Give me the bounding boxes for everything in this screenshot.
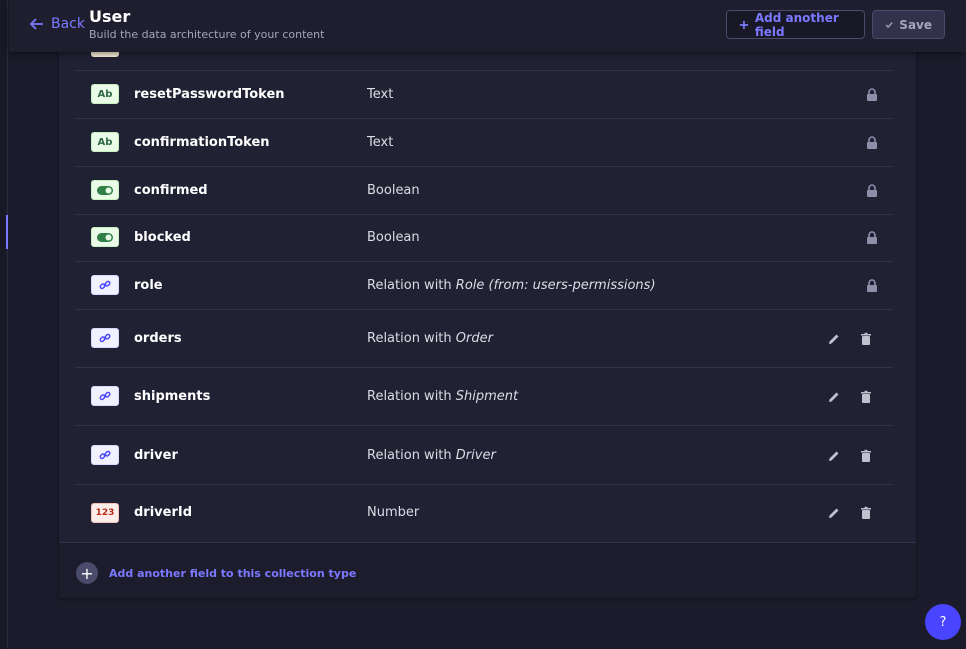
- table-row: driver Relation with Driver: [75, 426, 893, 485]
- relation-prefix: Relation with: [367, 389, 456, 404]
- pencil-icon[interactable]: [827, 332, 841, 346]
- relation-target: Role (from: users-permissions): [455, 278, 656, 293]
- relation-target: Order: [455, 331, 493, 346]
- field-type: Relation with Driver: [367, 448, 496, 463]
- lock-icon: [867, 279, 877, 292]
- lock-icon: [867, 136, 877, 149]
- table-row: Ab resetPasswordToken Text: [75, 71, 893, 119]
- field-type: Boolean: [367, 230, 420, 245]
- field-type: Boolean: [367, 183, 420, 198]
- save-label: Save: [899, 17, 932, 32]
- relation-prefix: Relation with: [367, 278, 456, 293]
- fields-card: Ab resetPasswordToken Text Ab confirmati…: [59, 0, 916, 598]
- table-row: shipments Relation with Shipment: [75, 368, 893, 426]
- trash-icon[interactable]: [859, 449, 873, 463]
- field-name: driver: [134, 448, 178, 463]
- back-label: Back: [51, 16, 85, 32]
- trash-icon[interactable]: [859, 390, 873, 404]
- relation-prefix: Relation with: [367, 331, 456, 346]
- check-icon: [885, 21, 893, 28]
- field-type: Number: [367, 505, 420, 520]
- field-type: Relation with Shipment: [367, 389, 518, 404]
- relation-prefix: Relation with: [367, 448, 456, 463]
- trash-icon[interactable]: [859, 506, 873, 520]
- pencil-icon[interactable]: [827, 506, 841, 520]
- field-type: Text: [367, 135, 394, 150]
- toggle-icon: [91, 180, 119, 200]
- field-name: role: [134, 278, 163, 293]
- table-row: role Relation with Role (from: users-per…: [75, 262, 893, 310]
- plus-icon: [739, 20, 749, 29]
- relation-target: Driver: [455, 448, 496, 463]
- add-another-field-button[interactable]: Add another field: [726, 10, 865, 39]
- content-type-builder-page: Ab resetPasswordToken Text Ab confirmati…: [0, 0, 966, 649]
- table-row: confirmed Boolean: [75, 167, 893, 215]
- lock-icon: [867, 88, 877, 101]
- table-row: 123 driverId Number: [75, 485, 893, 542]
- pencil-icon[interactable]: [827, 449, 841, 463]
- link-icon: [91, 386, 119, 406]
- relation-target: Shipment: [455, 389, 519, 404]
- link-icon: [91, 328, 119, 348]
- field-type: Relation with Role (from: users-permissi…: [367, 278, 656, 293]
- save-button[interactable]: Save: [872, 10, 945, 39]
- toggle-icon: [91, 227, 119, 247]
- field-name: blocked: [134, 230, 191, 245]
- page-title: User: [89, 7, 131, 26]
- add-field-to-collection-link[interactable]: Add another field to this collection typ…: [109, 567, 356, 580]
- field-type: Text: [367, 87, 394, 102]
- add-field-footer: + Add another field to this collection t…: [59, 542, 916, 598]
- rail-active-indicator: [6, 215, 8, 249]
- page-header: Back User Build the data architecture of…: [9, 0, 966, 52]
- add-field-label: Add another field: [754, 10, 839, 39]
- text-field-icon: Ab: [91, 84, 119, 104]
- text-field-icon: Ab: [91, 132, 119, 152]
- field-name: resetPasswordToken: [134, 87, 285, 102]
- page-subtitle: Build the data architecture of your cont…: [89, 28, 325, 41]
- field-name: confirmed: [134, 183, 208, 198]
- field-name: shipments: [134, 389, 211, 404]
- table-row: orders Relation with Order: [75, 310, 893, 368]
- number-field-icon: 123: [91, 503, 119, 523]
- table-row: Ab confirmationToken Text: [75, 119, 893, 167]
- table-row: blocked Boolean: [75, 215, 893, 262]
- help-button[interactable]: ?: [925, 604, 961, 640]
- field-name: driverId: [134, 505, 193, 520]
- link-icon: [91, 275, 119, 295]
- link-icon: [91, 445, 119, 465]
- field-name: confirmationToken: [134, 135, 270, 150]
- plus-circle-icon[interactable]: +: [76, 562, 98, 584]
- pencil-icon[interactable]: [827, 390, 841, 404]
- lock-icon: [867, 231, 877, 244]
- arrow-left-icon: [29, 18, 43, 30]
- field-type: Relation with Order: [367, 331, 493, 346]
- lock-icon: [867, 184, 877, 197]
- left-navigation-rail: [0, 0, 8, 649]
- field-name: orders: [134, 331, 182, 346]
- back-link[interactable]: Back: [29, 14, 85, 34]
- trash-icon[interactable]: [859, 332, 873, 346]
